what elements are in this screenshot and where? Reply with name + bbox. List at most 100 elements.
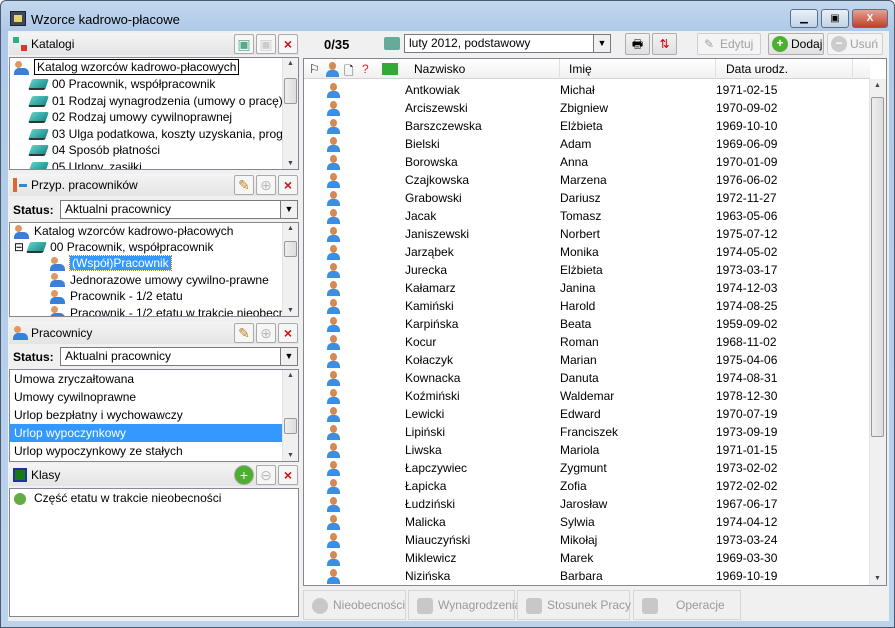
table-row[interactable]: Kałamarz Janina 1974-12-03 xyxy=(304,279,870,297)
table-row[interactable]: Lewicki Edward 1970-07-19 xyxy=(304,405,870,423)
column-header-imie[interactable]: Imię xyxy=(569,62,592,76)
edit-pencil-button[interactable]: ✎ xyxy=(234,175,254,195)
document-icon[interactable]: 🗋 xyxy=(344,62,354,83)
table-row[interactable]: Miauczyński Mikołaj 1973-03-24 xyxy=(304,531,870,549)
period-select[interactable]: luty 2012, podstawowy ▼ xyxy=(404,34,611,53)
klasy-list[interactable]: Część etatu w trakcie nieobecności xyxy=(9,488,299,617)
tree-item[interactable]: Pracownik - 1/2 etatu xyxy=(50,288,183,305)
absences-button[interactable]: Nieobecności xyxy=(303,590,406,620)
table-row[interactable]: Czajkowska Marzena 1976-06-02 xyxy=(304,171,870,189)
tree-item[interactable]: 04 Sposób płatności xyxy=(27,142,160,159)
maximize-button[interactable]: ▣ xyxy=(821,9,849,28)
table-row[interactable]: Nizińska Barbara 1969-10-19 xyxy=(304,567,870,585)
table-row[interactable]: Borowska Anna 1970-01-09 xyxy=(304,153,870,171)
table-row[interactable]: Kownacka Danuta 1974-08-31 xyxy=(304,369,870,387)
table-row[interactable]: Karpińska Beata 1959-09-02 xyxy=(304,315,870,333)
pracownicy-scrollbar[interactable]: ▲ ▼ xyxy=(282,370,298,461)
column-header-data-urodz[interactable]: Data urodz. xyxy=(726,62,788,76)
pracownicy-list[interactable]: Umowa zryczałtowana Umowy cywilnoprawne Ur… xyxy=(9,369,299,462)
tree-node[interactable]: 00 Pracownik, współpracownik xyxy=(50,240,213,254)
tree-item[interactable]: 03 Ulga podatkowa, koszty uzyskania, pro… xyxy=(27,126,298,143)
list-item[interactable]: Urlop wypoczynkowy ze stałych xyxy=(10,442,282,460)
table-row[interactable]: Kamiński Harold 1974-08-25 xyxy=(304,297,870,315)
cell-data-urodz: 1959-09-02 xyxy=(716,317,778,331)
print-button[interactable]: 🖶 xyxy=(625,33,650,55)
przyp-close-button[interactable]: × xyxy=(278,175,298,195)
list-item[interactable]: Umowy cywilnoprawne xyxy=(10,388,282,406)
chevron-down-icon[interactable]: ▼ xyxy=(280,347,298,366)
edit-button[interactable]: ✎ Edytuj xyxy=(697,33,761,55)
tree-item[interactable]: 01 Rodzaj wynagrodzenia (umowy o pracę) xyxy=(27,93,283,110)
operations-button[interactable]: Operacje xyxy=(633,590,741,620)
table-row[interactable]: Łapczywiec Zygmunt 1973-02-02 xyxy=(304,459,870,477)
table-row[interactable]: Kocur Roman 1968-11-02 xyxy=(304,333,870,351)
tree-root[interactable]: Katalog wzorców kadrowo-płacowych xyxy=(34,224,233,238)
person-question-icon[interactable]: ? xyxy=(362,62,369,76)
klasy-close-button[interactable]: × xyxy=(278,465,298,485)
table-row[interactable]: Jarząbek Monika 1974-05-02 xyxy=(304,243,870,261)
tree-item[interactable]: (Współ)Pracownik xyxy=(50,255,172,272)
add-button[interactable]: ⊕ xyxy=(256,175,276,195)
export-button[interactable]: ⇅ xyxy=(652,33,677,55)
pracownicy-status-select[interactable]: Aktualni pracownicy ▼ xyxy=(60,347,298,366)
add-button[interactable]: ⊕ xyxy=(256,323,276,343)
table-row[interactable]: Bielski Adam 1969-06-09 xyxy=(304,135,870,153)
table-row[interactable]: Łudziński Jarosław 1967-06-17 xyxy=(304,495,870,513)
table-row[interactable]: Grabowski Dariusz 1972-11-27 xyxy=(304,189,870,207)
salaries-button[interactable]: Wynagrodzenia xyxy=(408,590,521,620)
tree-item[interactable]: 02 Rodzaj umowy cywilnoprawnej xyxy=(27,109,232,126)
tree-item[interactable]: Pracownik - 1/2 etatu w trakcie nieobecn… xyxy=(50,305,298,316)
table-scrollbar[interactable]: ▲ ▼ xyxy=(869,79,886,585)
chevron-down-icon[interactable]: ▼ xyxy=(280,200,298,219)
table-row[interactable]: Lipiński Franciszek 1973-09-19 xyxy=(304,423,870,441)
add-folder-button[interactable]: ▣ xyxy=(234,34,254,54)
table-row[interactable]: Antkowiak Michał 1971-02-15 xyxy=(304,81,870,99)
przyp-scrollbar[interactable]: ▲ ▼ xyxy=(282,223,298,316)
add-record-button[interactable]: + Dodaj xyxy=(768,33,824,55)
flag-icon[interactable]: ⚐ xyxy=(309,62,320,76)
tree-item[interactable]: 05 Urlopy, zasiłki xyxy=(27,159,142,169)
katalogi-scrollbar[interactable]: ▲ ▼ xyxy=(282,58,298,169)
remove-folder-button[interactable]: ▣ xyxy=(256,34,276,54)
katalogi-tree[interactable]: Katalog wzorców kadrowo-płacowych 00 Pra… xyxy=(9,57,299,170)
przyp-tree[interactable]: Katalog wzorców kadrowo-płacowych ⊟ 00 Pr… xyxy=(9,222,299,317)
table-row[interactable]: Łapicka Zofia 1972-02-02 xyxy=(304,477,870,495)
table-row[interactable]: Malicka Sylwia 1974-04-12 xyxy=(304,513,870,531)
class-item[interactable]: Część etatu w trakcie nieobecności xyxy=(14,490,221,507)
collapse-icon[interactable]: ⊟ xyxy=(14,240,24,254)
table-row[interactable]: Liwska Mariola 1971-01-15 xyxy=(304,441,870,459)
table-row[interactable]: Janiszewski Norbert 1975-07-12 xyxy=(304,225,870,243)
katalogi-close-button[interactable]: × xyxy=(278,34,298,54)
chevron-down-icon[interactable]: ▼ xyxy=(593,34,611,53)
list-item[interactable]: Umowa zryczałtowana xyxy=(10,370,282,388)
tree-root[interactable]: Katalog wzorców kadrowo-płacowych xyxy=(34,59,240,75)
table-row[interactable]: Miklewicz Marek 1969-03-30 xyxy=(304,549,870,567)
table-row[interactable]: Arciszewski Zbigniew 1970-09-02 xyxy=(304,99,870,117)
table-row[interactable]: Jurecka Elżbieta 1973-03-17 xyxy=(304,261,870,279)
close-window-button[interactable]: X xyxy=(852,9,888,28)
employee-table[interactable]: ⚐ 🗋 ? Nazwisko Imię Data urodz. Antkowia… xyxy=(303,58,887,586)
list-item[interactable]: Urlop bezpłatny i wychowawczy xyxy=(10,406,282,424)
table-row[interactable]: Koźmiński Waldemar 1978-12-30 xyxy=(304,387,870,405)
money-icon[interactable] xyxy=(382,63,398,75)
tree-item[interactable]: 00 Pracownik, współpracownik xyxy=(27,76,215,93)
table-row[interactable]: Barszczewska Elżbieta 1969-10-10 xyxy=(304,117,870,135)
cell-data-urodz: 1963-05-06 xyxy=(716,209,778,223)
remove-class-button[interactable]: ⊖ xyxy=(256,465,276,485)
przyp-status-select[interactable]: Aktualni pracownicy ▼ xyxy=(60,200,298,219)
person-icon xyxy=(327,371,340,386)
add-class-button[interactable]: + xyxy=(234,465,254,485)
person-icon[interactable] xyxy=(326,62,339,77)
status-value: Aktualni pracownicy xyxy=(65,349,172,363)
table-row[interactable]: Kołaczyk Marian 1975-04-06 xyxy=(304,351,870,369)
edit-pencil-button[interactable]: ✎ xyxy=(234,323,254,343)
pracownicy-close-button[interactable]: × xyxy=(278,323,298,343)
column-header-nazwisko[interactable]: Nazwisko xyxy=(414,62,465,76)
remove-record-button[interactable]: − Usuń xyxy=(827,33,883,55)
list-item[interactable]: Urlop wypoczynkowy xyxy=(10,424,282,442)
employment-button[interactable]: Stosunek Pracy xyxy=(517,590,631,620)
minimize-button[interactable]: ▁ xyxy=(790,9,818,28)
table-row[interactable]: Jacak Tomasz 1963-05-06 xyxy=(304,207,870,225)
person-icon xyxy=(327,191,340,206)
tree-item[interactable]: Jednorazowe umowy cywilno-prawne xyxy=(50,272,269,289)
